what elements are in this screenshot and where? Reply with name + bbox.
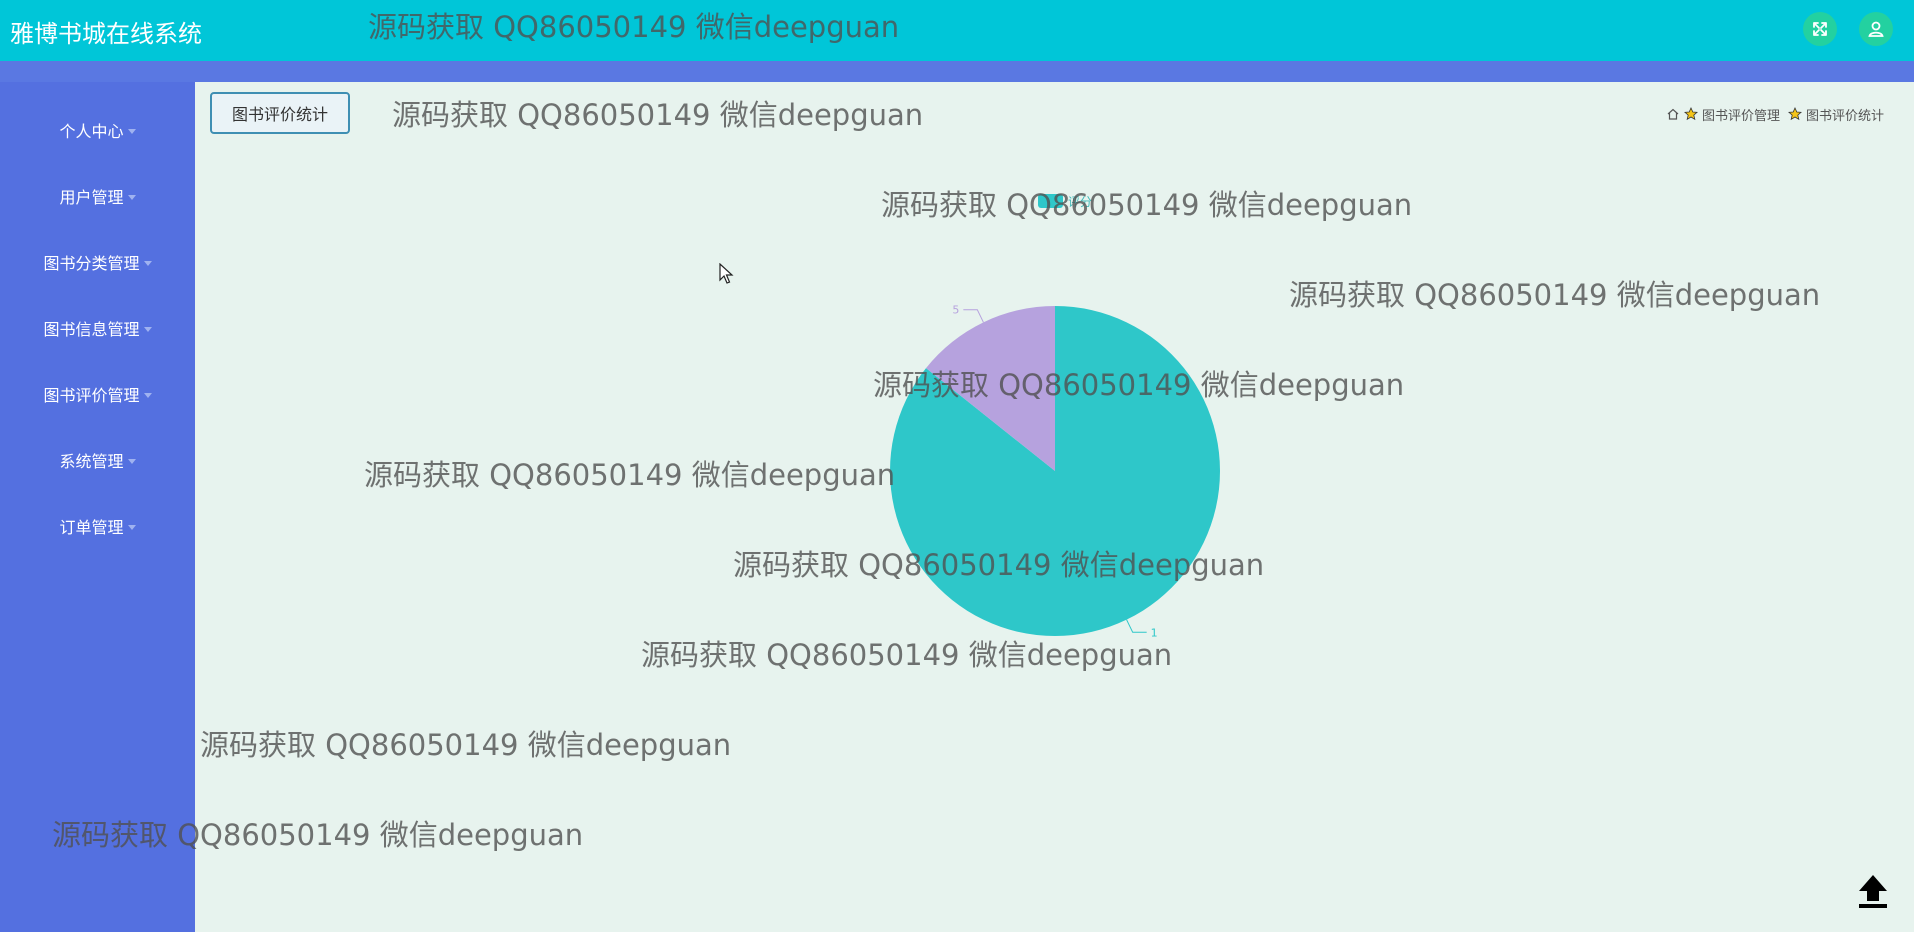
review-pie-chart: 评分 15 bbox=[889, 194, 1220, 639]
watermark: 源码获取 QQ86050149 微信deepguan bbox=[368, 10, 900, 44]
watermark: 源码获取 QQ86050149 微信deepguan bbox=[641, 638, 1173, 672]
pie-label: 5 bbox=[952, 304, 959, 317]
watermark: 源码获取 QQ86050149 微信deepguan bbox=[881, 188, 1413, 222]
pie-label-line bbox=[1126, 619, 1147, 633]
watermark: 源码获取 QQ86050149 微信deepguan bbox=[200, 728, 732, 762]
watermark: 源码获取 QQ86050149 微信deepguan bbox=[873, 368, 1405, 402]
pie-label-line bbox=[963, 309, 984, 323]
mouse-cursor-icon bbox=[719, 263, 734, 284]
watermark: 源码获取 QQ86050149 微信deepguan bbox=[52, 818, 584, 852]
watermark: 源码获取 QQ86050149 微信deepguan bbox=[364, 458, 896, 492]
watermark: 源码获取 QQ86050149 微信deepguan bbox=[1289, 278, 1821, 312]
watermark: 源码获取 QQ86050149 微信deepguan bbox=[733, 548, 1265, 582]
back-to-top-icon[interactable] bbox=[1853, 871, 1893, 911]
watermark: 源码获取 QQ86050149 微信deepguan bbox=[392, 98, 924, 132]
